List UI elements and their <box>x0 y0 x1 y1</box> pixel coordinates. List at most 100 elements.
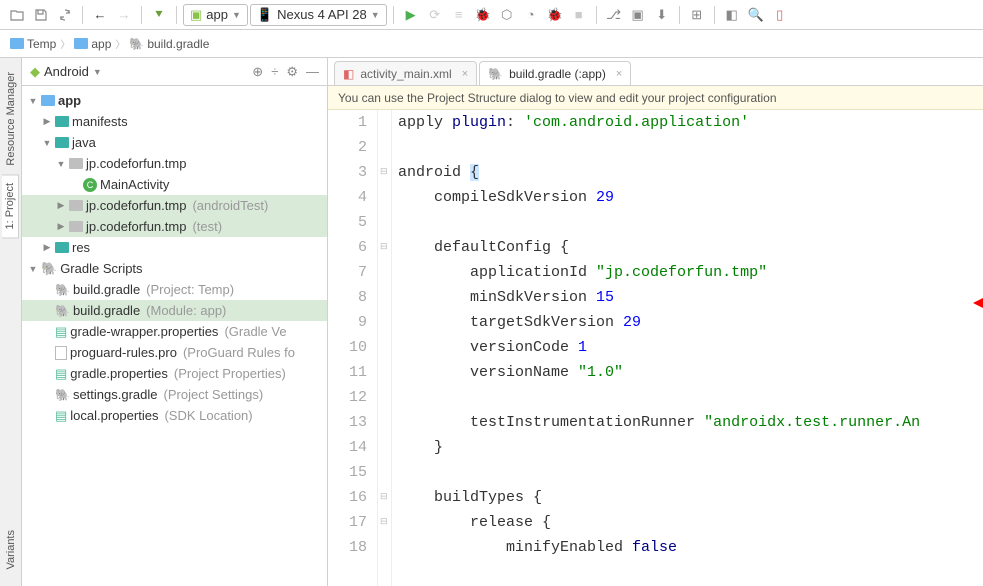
build-icon[interactable]: ⯆ <box>148 4 170 26</box>
gradle-icon: 🐘 <box>55 283 70 297</box>
chevron-down-icon[interactable]: ▼ <box>28 96 38 106</box>
rail-resource-manager[interactable]: Resource Manager <box>3 64 19 174</box>
tree-row[interactable]: ▤ gradle-wrapper.properties(Gradle Ve <box>22 321 327 342</box>
tree-row[interactable]: ▼🐘 Gradle Scripts <box>22 258 327 279</box>
close-icon[interactable]: × <box>616 68 622 80</box>
debug-icon[interactable]: 🐞 <box>472 4 494 26</box>
line-number: 7 <box>328 260 367 285</box>
tree-label: jp.codeforfun.tmp <box>86 198 186 213</box>
code-line[interactable]: compileSdkVersion 29 <box>398 185 983 210</box>
instant-icon[interactable]: ≡ <box>448 4 470 26</box>
tree-row[interactable]: ▼ app <box>22 90 327 111</box>
attach-debug-icon[interactable]: 🐞 <box>544 4 566 26</box>
split-icon[interactable]: ÷ <box>271 64 278 80</box>
code-line[interactable]: release { <box>398 510 983 535</box>
code-line[interactable]: defaultConfig { <box>398 235 983 260</box>
code-line[interactable]: versionCode 1 <box>398 335 983 360</box>
tree-row[interactable]: proguard-rules.pro(ProGuard Rules fo <box>22 342 327 363</box>
search-everywhere-icon[interactable]: 🔍 <box>745 4 767 26</box>
code-line[interactable]: } <box>398 435 983 460</box>
chevron-down-icon[interactable]: ▼ <box>42 138 52 148</box>
code-editor[interactable]: apply plugin: 'com.android.application' … <box>392 110 983 586</box>
code-line[interactable]: minSdkVersion 15 <box>398 285 983 310</box>
code-line[interactable]: apply plugin: 'com.android.application' <box>398 110 983 135</box>
close-icon[interactable]: × <box>462 68 468 80</box>
avd-icon[interactable]: ▣ <box>627 4 649 26</box>
android-icon: ▣ <box>190 7 202 23</box>
chevron-right-icon[interactable]: ▶ <box>56 221 66 232</box>
code-line[interactable]: minifyEnabled false <box>398 535 983 560</box>
tree-row[interactable]: C MainActivity <box>22 174 327 195</box>
chevron-down-icon[interactable]: ▼ <box>56 159 66 169</box>
tree-row[interactable]: ▶ jp.codeforfun.tmp (androidTest) <box>22 195 327 216</box>
stop-icon[interactable]: ■ <box>568 4 590 26</box>
gear-icon[interactable]: ⚙ <box>286 64 298 80</box>
main-toolbar: ← → ⯆ ▣ app ▼ 📱 Nexus 4 API 28 ▼ ▶ ⟳ ≡ 🐞… <box>0 0 983 30</box>
breadcrumb-file[interactable]: 🐘 build.gradle <box>129 37 209 51</box>
tree-row[interactable]: 🐘 build.gradle(Module: app) <box>22 300 327 321</box>
editor-tabs: ◧ activity_main.xml × 🐘 build.gradle (:a… <box>328 58 983 86</box>
line-number: 2 <box>328 135 367 160</box>
code-area[interactable]: 123456789101112131415161718 ⊟ ⊟ ⊟ ⊟ appl… <box>328 110 983 586</box>
apply-changes-icon[interactable]: ⟳ <box>424 4 446 26</box>
tree-row[interactable]: 🐘 settings.gradle(Project Settings) <box>22 384 327 405</box>
tree-row[interactable]: ▼ java <box>22 132 327 153</box>
code-line[interactable]: testInstrumentationRunner "androidx.test… <box>398 410 983 435</box>
hide-icon[interactable]: — <box>306 64 319 80</box>
device-combo[interactable]: 📱 Nexus 4 API 28 ▼ <box>250 4 387 26</box>
tab-build-gradle[interactable]: 🐘 build.gradle (:app) × <box>479 61 631 85</box>
tree-label: res <box>72 240 90 255</box>
project-tree[interactable]: ▼ app▶ manifests▼ java▼ jp.codeforfun.tm… <box>22 86 327 586</box>
tree-label: settings.gradle <box>73 387 158 402</box>
tree-row[interactable]: ▤ local.properties(SDK Location) <box>22 405 327 426</box>
folder-icon <box>74 38 88 49</box>
coverage-icon[interactable]: ⬡ <box>496 4 518 26</box>
tree-row[interactable]: ▶ res <box>22 237 327 258</box>
code-line[interactable]: android { <box>398 160 983 185</box>
save-icon[interactable] <box>30 4 52 26</box>
code-line[interactable]: applicationId "jp.codeforfun.tmp" <box>398 260 983 285</box>
code-line[interactable]: targetSdkVersion 29 <box>398 310 983 335</box>
tree-row[interactable]: ▶ manifests <box>22 111 327 132</box>
folder-icon <box>55 137 69 148</box>
rail-variants[interactable]: Variants <box>3 522 19 578</box>
chevron-right-icon[interactable]: ▶ <box>42 116 52 127</box>
chevron-down-icon[interactable]: ▼ <box>28 264 38 274</box>
tab-activity-main[interactable]: ◧ activity_main.xml × <box>334 61 477 85</box>
fold-strip[interactable]: ⊟ ⊟ ⊟ ⊟ <box>378 110 392 586</box>
tree-row[interactable]: ▤ gradle.properties(Project Properties) <box>22 363 327 384</box>
open-icon[interactable] <box>6 4 28 26</box>
breadcrumb-root[interactable]: Temp <box>10 37 56 51</box>
code-line[interactable] <box>398 135 983 160</box>
forward-icon[interactable]: → <box>113 4 135 26</box>
structure-icon[interactable]: ⊞ <box>686 4 708 26</box>
tree-qualifier: (androidTest) <box>192 198 268 213</box>
layout-icon[interactable]: ◧ <box>721 4 743 26</box>
tree-row[interactable]: ▼ jp.codeforfun.tmp <box>22 153 327 174</box>
target-icon[interactable]: ⊕ <box>252 64 263 80</box>
run-icon[interactable]: ▶ <box>400 4 422 26</box>
code-line[interactable] <box>398 385 983 410</box>
code-line[interactable] <box>398 460 983 485</box>
code-line[interactable]: versionName "1.0" <box>398 360 983 385</box>
profile-icon[interactable]: ◔ <box>520 4 542 26</box>
tree-row[interactable]: ▶ jp.codeforfun.tmp(test) <box>22 216 327 237</box>
package-icon <box>69 200 83 211</box>
tree-row[interactable]: 🐘 build.gradle(Project: Temp) <box>22 279 327 300</box>
back-icon[interactable]: ← <box>89 4 111 26</box>
code-line[interactable] <box>398 210 983 235</box>
tab-label: build.gradle (:app) <box>509 67 606 81</box>
chevron-right-icon[interactable]: ▶ <box>56 200 66 211</box>
breadcrumb-module[interactable]: app <box>74 37 111 51</box>
tree-label: app <box>58 93 81 108</box>
code-line[interactable]: buildTypes { <box>398 485 983 510</box>
hint-bar[interactable]: You can use the Project Structure dialog… <box>328 86 983 110</box>
run-config-combo[interactable]: ▣ app ▼ <box>183 4 248 26</box>
sidebar-view-combo[interactable]: ◆ Android ▼ <box>30 64 102 80</box>
chevron-right-icon[interactable]: ▶ <box>42 242 52 253</box>
rail-project[interactable]: 1: Project <box>2 174 19 238</box>
notifications-icon[interactable]: ▯ <box>769 4 791 26</box>
vcs-icon[interactable]: ⎇ <box>603 4 625 26</box>
sdk-icon[interactable]: ⬇ <box>651 4 673 26</box>
sync-icon[interactable] <box>54 4 76 26</box>
